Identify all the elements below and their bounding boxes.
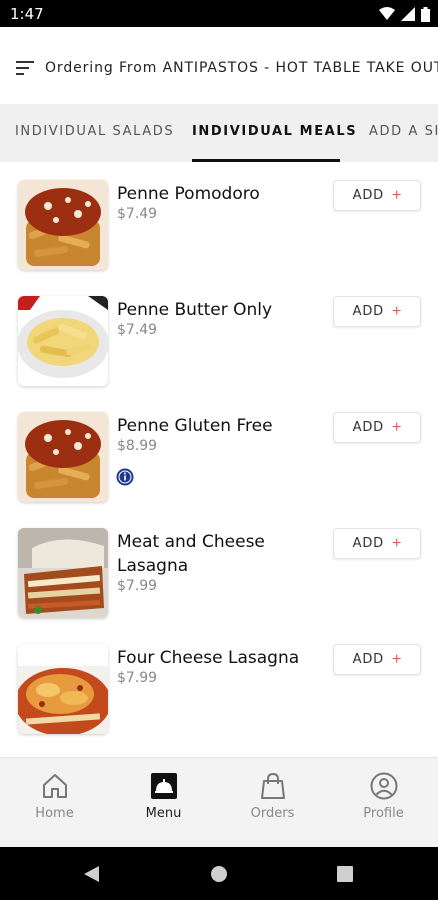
filter-menu-icon[interactable] (16, 61, 34, 75)
cell-signal-icon (401, 7, 415, 21)
nav-orders-label: Orders (250, 806, 295, 821)
nav-menu[interactable]: Menu (109, 758, 218, 848)
add-button-label: ADD (352, 420, 384, 435)
add-button[interactable]: ADD + (333, 412, 421, 443)
tab-individual-meals[interactable]: INDIVIDUAL MEALS (192, 124, 357, 139)
nav-profile-label: Profile (363, 806, 404, 821)
item-price: $7.99 (117, 578, 158, 594)
item-photo-four-cheese-lasagna (18, 644, 108, 734)
item-name[interactable]: Penne Butter Only (117, 298, 317, 322)
item-photo-penne-pomodoro (18, 180, 108, 270)
item-name[interactable]: Penne Pomodoro (117, 182, 317, 206)
item-price: $7.49 (117, 206, 158, 222)
wifi-icon (379, 7, 395, 20)
battery-icon (421, 6, 430, 22)
system-nav-bar (0, 847, 438, 900)
item-photo-meat-cheese-lasagna (18, 528, 108, 618)
nav-home-label: Home (35, 806, 74, 821)
nav-orders[interactable]: Orders (218, 758, 327, 848)
nav-profile[interactable]: Profile (329, 758, 438, 848)
item-photo-penne-gluten-free (18, 412, 108, 502)
menu-item[interactable]: Four Cheese Lasagna $7.99 ADD + (0, 626, 438, 742)
shopping-bag-icon (260, 772, 285, 799)
add-button-label: ADD (352, 652, 384, 667)
add-button-label: ADD (352, 536, 384, 551)
plus-icon: + (391, 534, 402, 552)
add-button[interactable]: ADD + (333, 644, 421, 675)
nav-menu-label: Menu (145, 806, 182, 821)
bottom-nav: Home Menu Orders Profile (0, 757, 438, 847)
home-icon (42, 774, 67, 798)
menu-item[interactable]: Meat and Cheese Lasagna $7.99 ADD + (0, 510, 438, 626)
plus-icon: + (391, 418, 402, 436)
status-time: 1:47 (10, 5, 44, 23)
add-button-label: ADD (352, 188, 384, 203)
status-icons (379, 6, 430, 22)
plus-icon: + (391, 186, 402, 204)
item-price: $8.99 (117, 438, 158, 454)
add-button[interactable]: ADD + (333, 180, 421, 211)
tab-individual-salads[interactable]: INDIVIDUAL SALADS (15, 124, 174, 139)
menu-item[interactable]: Penne Gluten Free $8.99 ADD + (0, 394, 438, 510)
status-bar: 1:47 (0, 0, 438, 27)
nav-home[interactable]: Home (0, 758, 109, 848)
category-tabs: INDIVIDUAL SALADS INDIVIDUAL MEALS ADD A… (0, 104, 438, 162)
menu-cloche-icon (150, 773, 177, 799)
item-name[interactable]: Penne Gluten Free (117, 414, 317, 438)
item-price: $7.99 (117, 670, 158, 686)
menu-item[interactable]: Penne Pomodoro $7.49 ADD + (0, 162, 438, 278)
add-button[interactable]: ADD + (333, 296, 421, 327)
item-name[interactable]: Four Cheese Lasagna (117, 646, 317, 670)
item-price: $7.49 (117, 322, 158, 338)
item-name[interactable]: Meat and Cheese Lasagna (117, 530, 317, 578)
add-button-label: ADD (352, 304, 384, 319)
app-header: Ordering From ANTIPASTOS - HOT TABLE TAK… (0, 27, 438, 104)
home-circle-icon[interactable] (211, 866, 227, 882)
back-icon[interactable] (83, 865, 100, 883)
plus-icon: + (391, 650, 402, 668)
profile-icon (370, 772, 397, 800)
recents-icon[interactable] (337, 866, 353, 882)
add-button[interactable]: ADD + (333, 528, 421, 559)
item-photo-penne-butter (18, 296, 108, 386)
ordering-from-title[interactable]: Ordering From ANTIPASTOS - HOT TABLE TAK… (45, 60, 438, 76)
plus-icon: + (391, 302, 402, 320)
menu-item-list[interactable]: Penne Pomodoro $7.49 ADD + Penne Butter … (0, 162, 438, 757)
gluten-free-info-icon[interactable] (116, 468, 134, 486)
tab-add-a-side[interactable]: ADD A SIDE (369, 124, 438, 139)
menu-item[interactable]: Penne Butter Only $7.49 ADD + (0, 278, 438, 394)
